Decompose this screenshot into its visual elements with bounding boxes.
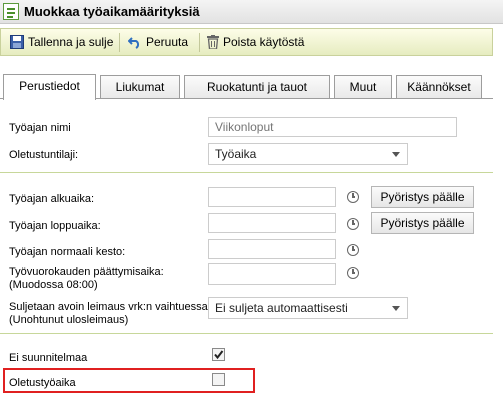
default-worktime-label: Oletustyöaika <box>9 377 76 389</box>
end-time-label: Työajan loppuaika: <box>9 220 101 232</box>
clock-icon[interactable] <box>347 244 359 256</box>
divider <box>0 333 493 334</box>
normal-duration-label: Työajan normaali kesto: <box>9 246 126 258</box>
toolbar: Tallenna ja sulje Peruuta Poista käytöst… <box>0 28 493 56</box>
hour-type-value: Työaika <box>215 147 257 161</box>
save-icon <box>10 35 24 49</box>
clock-icon[interactable] <box>347 267 359 279</box>
close-stamp-select[interactable]: Ei suljeta automaattisesti <box>208 297 408 319</box>
divider <box>0 172 493 173</box>
start-rounding-button[interactable]: Pyöristys päälle <box>371 186 474 208</box>
name-input[interactable] <box>208 117 457 137</box>
start-time-label: Työajan alkuaika: <box>9 193 94 205</box>
clock-icon[interactable] <box>347 218 359 230</box>
end-rounding-button[interactable]: Pyöristys päälle <box>371 212 474 234</box>
default-worktime-checkbox[interactable] <box>212 373 225 386</box>
save-and-close-button[interactable]: Tallenna ja sulje <box>9 33 113 52</box>
chevron-down-icon <box>392 306 400 311</box>
cancel-button[interactable]: Peruuta <box>127 33 193 52</box>
shift-end-hint: (Muodossa 08:00) <box>9 279 98 291</box>
end-time-input[interactable] <box>208 213 336 233</box>
undo-icon <box>128 37 140 49</box>
tab-liukumat[interactable]: Liukumat <box>100 75 180 99</box>
shift-end-input[interactable] <box>208 263 336 285</box>
window-titlebar: Muokkaa työaikamäärityksiä <box>0 0 503 24</box>
window-title: Muokkaa työaikamäärityksiä <box>24 4 200 19</box>
trash-icon <box>207 35 219 49</box>
name-label: Työajan nimi <box>9 122 71 134</box>
cancel-label: Peruuta <box>146 35 189 49</box>
no-plan-label: Ei suunnitelmaa <box>9 352 88 364</box>
save-and-close-label: Tallenna ja sulje <box>28 35 114 49</box>
shift-end-label: Työvuorokauden päättymisaika: <box>9 266 164 278</box>
hour-type-select[interactable]: Työaika <box>208 143 408 165</box>
tab-perustiedot[interactable]: Perustiedot <box>3 74 96 100</box>
edit-form-icon <box>3 3 19 20</box>
close-stamp-value: Ei suljeta automaattisesti <box>215 301 348 315</box>
chevron-down-icon <box>392 152 400 157</box>
normal-duration-input[interactable] <box>208 239 336 259</box>
close-stamp-hint: (Unohtunut ulosleimaus) <box>9 314 129 326</box>
tab-muut[interactable]: Muut <box>334 75 392 99</box>
clock-icon[interactable] <box>347 191 359 203</box>
tab-kaannokset[interactable]: Käännökset <box>396 75 482 99</box>
type-label: Oletustuntilaji: <box>9 149 79 161</box>
close-stamp-label: Suljetaan avoin leimaus vrk:n vaihtuessa… <box>9 301 211 313</box>
checkmark-icon <box>214 350 224 360</box>
start-time-input[interactable] <box>208 187 336 207</box>
disable-label: Poista käytöstä <box>223 35 305 49</box>
disable-button[interactable]: Poista käytöstä <box>206 33 306 52</box>
tab-ruokatunti[interactable]: Ruokatunti ja tauot <box>184 75 330 99</box>
no-plan-checkbox[interactable] <box>212 348 225 361</box>
